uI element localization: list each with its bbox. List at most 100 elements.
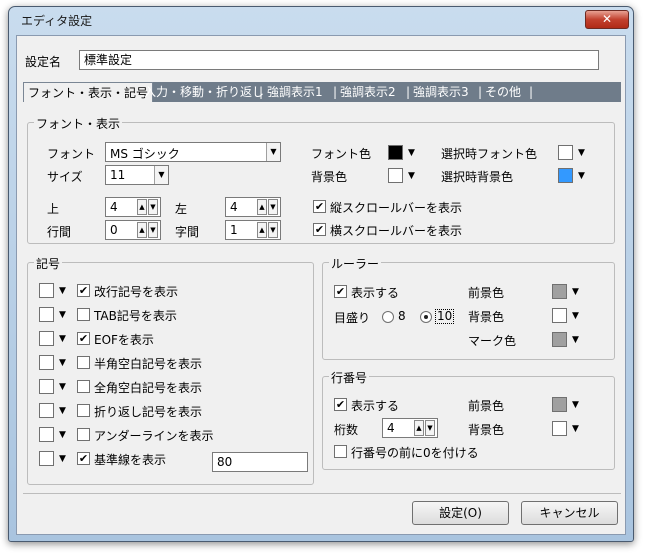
left-margin-spinner[interactable]: 4 ▲ ▼: [225, 197, 281, 217]
tab-font-display-symbol[interactable]: フォント・表示・記号: [23, 82, 154, 102]
symbol-checkbox[interactable]: [77, 308, 90, 321]
spin-up-icon[interactable]: ▲: [137, 199, 147, 215]
spin-up-icon[interactable]: ▲: [257, 199, 267, 215]
left-margin-label: 左: [175, 202, 188, 216]
chevron-down-icon[interactable]: ▼: [572, 335, 579, 345]
chevron-down-icon[interactable]: ▼: [59, 358, 66, 368]
scale-10-radio[interactable]: [420, 311, 432, 323]
linenum-bg-swatch[interactable]: [552, 421, 567, 436]
spin-up-icon[interactable]: ▲: [257, 222, 267, 238]
symbol-color-swatch[interactable]: [39, 379, 54, 394]
line-number-group-title: 行番号: [329, 369, 370, 386]
chevron-down-icon[interactable]: ▼: [572, 400, 579, 410]
close-button[interactable]: ✕: [585, 10, 629, 29]
font-display-group: フォント・表示 フォント MS ゴシック ▼ サイズ 11 ▼ 上 4 ▲ ▼ 左…: [27, 115, 615, 244]
bg-color-swatch[interactable]: [388, 168, 403, 183]
linenum-bg-label: 背景色: [468, 423, 505, 437]
symbol-color-swatch[interactable]: [39, 451, 54, 466]
line-gap-spinner[interactable]: 0 ▲ ▼: [105, 220, 161, 240]
setting-name-label: 設定名: [25, 55, 62, 69]
symbol-checkbox[interactable]: [77, 428, 90, 441]
vscroll-checkbox[interactable]: ✔: [313, 200, 326, 213]
symbol-checkbox[interactable]: [77, 404, 90, 417]
top-margin-label: 上: [47, 202, 60, 216]
font-select[interactable]: MS ゴシック ▼: [105, 142, 281, 162]
chevron-down-icon[interactable]: ▼: [59, 334, 66, 344]
ruler-show-checkbox[interactable]: ✔: [334, 285, 347, 298]
tab-input-move-wrap[interactable]: 入力・移動・折り返し: [144, 82, 264, 102]
ruler-bg-swatch[interactable]: [552, 308, 567, 323]
ok-button[interactable]: 設定(O): [412, 501, 509, 525]
chevron-down-icon[interactable]: ▼: [572, 424, 579, 434]
symbol-color-swatch[interactable]: [39, 331, 54, 346]
symbol-color-swatch[interactable]: [39, 283, 54, 298]
hscroll-checkbox[interactable]: ✔: [313, 223, 326, 236]
ruler-fg-label: 前景色: [468, 286, 505, 300]
spin-down-icon[interactable]: ▼: [148, 222, 158, 238]
font-display-group-title: フォント・表示: [34, 115, 123, 132]
symbol-label: EOFを表示: [94, 333, 154, 347]
spin-down-icon[interactable]: ▼: [268, 222, 278, 238]
sel-bg-color-swatch[interactable]: [558, 168, 573, 183]
char-gap-spinner[interactable]: 1 ▲ ▼: [225, 220, 281, 240]
sel-font-color-swatch[interactable]: [558, 145, 573, 160]
size-select[interactable]: 11 ▼: [105, 165, 169, 185]
tab-other[interactable]: その他: [485, 82, 521, 102]
linenum-fg-swatch[interactable]: [552, 397, 567, 412]
footer-divider: [23, 493, 621, 494]
font-color-swatch[interactable]: [388, 145, 403, 160]
ruler-mark-label: マーク色: [468, 334, 517, 348]
ruler-group-title: ルーラー: [329, 255, 382, 272]
setting-name-input[interactable]: 標準設定: [79, 50, 599, 70]
digits-spinner[interactable]: 4 ▲ ▼: [382, 418, 438, 438]
ruler-mark-swatch[interactable]: [552, 332, 567, 347]
spin-up-icon[interactable]: ▲: [137, 222, 147, 238]
chevron-down-icon[interactable]: ▼: [59, 430, 66, 440]
symbol-color-swatch[interactable]: [39, 403, 54, 418]
ruler-show-label: 表示する: [351, 286, 400, 300]
symbol-label: TAB記号を表示: [94, 309, 177, 323]
symbol-checkbox[interactable]: ✔: [77, 284, 90, 297]
baseline-input[interactable]: 80: [212, 452, 308, 472]
font-label: フォント: [47, 147, 96, 161]
chevron-down-icon[interactable]: ▼: [408, 171, 415, 181]
chevron-down-icon[interactable]: ▼: [572, 311, 579, 321]
symbol-checkbox[interactable]: [77, 356, 90, 369]
chevron-down-icon[interactable]: ▼: [572, 287, 579, 297]
chevron-down-icon[interactable]: ▼: [578, 148, 585, 158]
hscroll-label: 横スクロールバーを表示: [330, 224, 463, 238]
chevron-down-icon[interactable]: ▼: [59, 310, 66, 320]
tab-separator: |: [406, 85, 411, 99]
left-margin-value: 4: [230, 200, 238, 214]
sel-bg-color-label: 選択時背景色: [441, 170, 514, 184]
chevron-down-icon[interactable]: ▼: [578, 171, 585, 181]
chevron-down-icon[interactable]: ▼: [59, 382, 66, 392]
ruler-fg-swatch[interactable]: [552, 284, 567, 299]
scale-8-radio[interactable]: [382, 311, 394, 323]
symbol-checkbox[interactable]: ✔: [77, 452, 90, 465]
line-gap-label: 行間: [47, 225, 72, 239]
chevron-down-icon[interactable]: ▼: [59, 454, 66, 464]
spin-down-icon[interactable]: ▼: [425, 420, 435, 436]
top-margin-value: 4: [110, 200, 118, 214]
top-margin-spinner[interactable]: 4 ▲ ▼: [105, 197, 161, 217]
spin-down-icon[interactable]: ▼: [148, 199, 158, 215]
tab-highlight-2[interactable]: 強調表示2: [340, 82, 396, 102]
symbol-color-swatch[interactable]: [39, 355, 54, 370]
symbol-checkbox[interactable]: [77, 380, 90, 393]
chevron-down-icon[interactable]: ▼: [408, 148, 415, 158]
symbol-checkbox[interactable]: ✔: [77, 332, 90, 345]
linenum-show-checkbox[interactable]: ✔: [334, 398, 347, 411]
tab-highlight-1[interactable]: 強調表示1: [267, 82, 323, 102]
tab-highlight-3[interactable]: 強調表示3: [413, 82, 469, 102]
symbol-color-swatch[interactable]: [39, 427, 54, 442]
cancel-button[interactable]: キャンセル: [521, 501, 618, 525]
chevron-down-icon[interactable]: ▼: [59, 406, 66, 416]
symbol-group: 記号 ▼ ✔ 改行記号を表示 ▼ TAB記号を表示 ▼ ✔ EOFを表示 ▼ 半角空白記号を表示 ▼…: [27, 255, 314, 485]
ruler-bg-label: 背景色: [468, 310, 505, 324]
linenum-zero-checkbox[interactable]: [334, 445, 347, 458]
symbol-color-swatch[interactable]: [39, 307, 54, 322]
spin-down-icon[interactable]: ▼: [268, 199, 278, 215]
chevron-down-icon[interactable]: ▼: [59, 286, 66, 296]
spin-up-icon[interactable]: ▲: [414, 420, 424, 436]
